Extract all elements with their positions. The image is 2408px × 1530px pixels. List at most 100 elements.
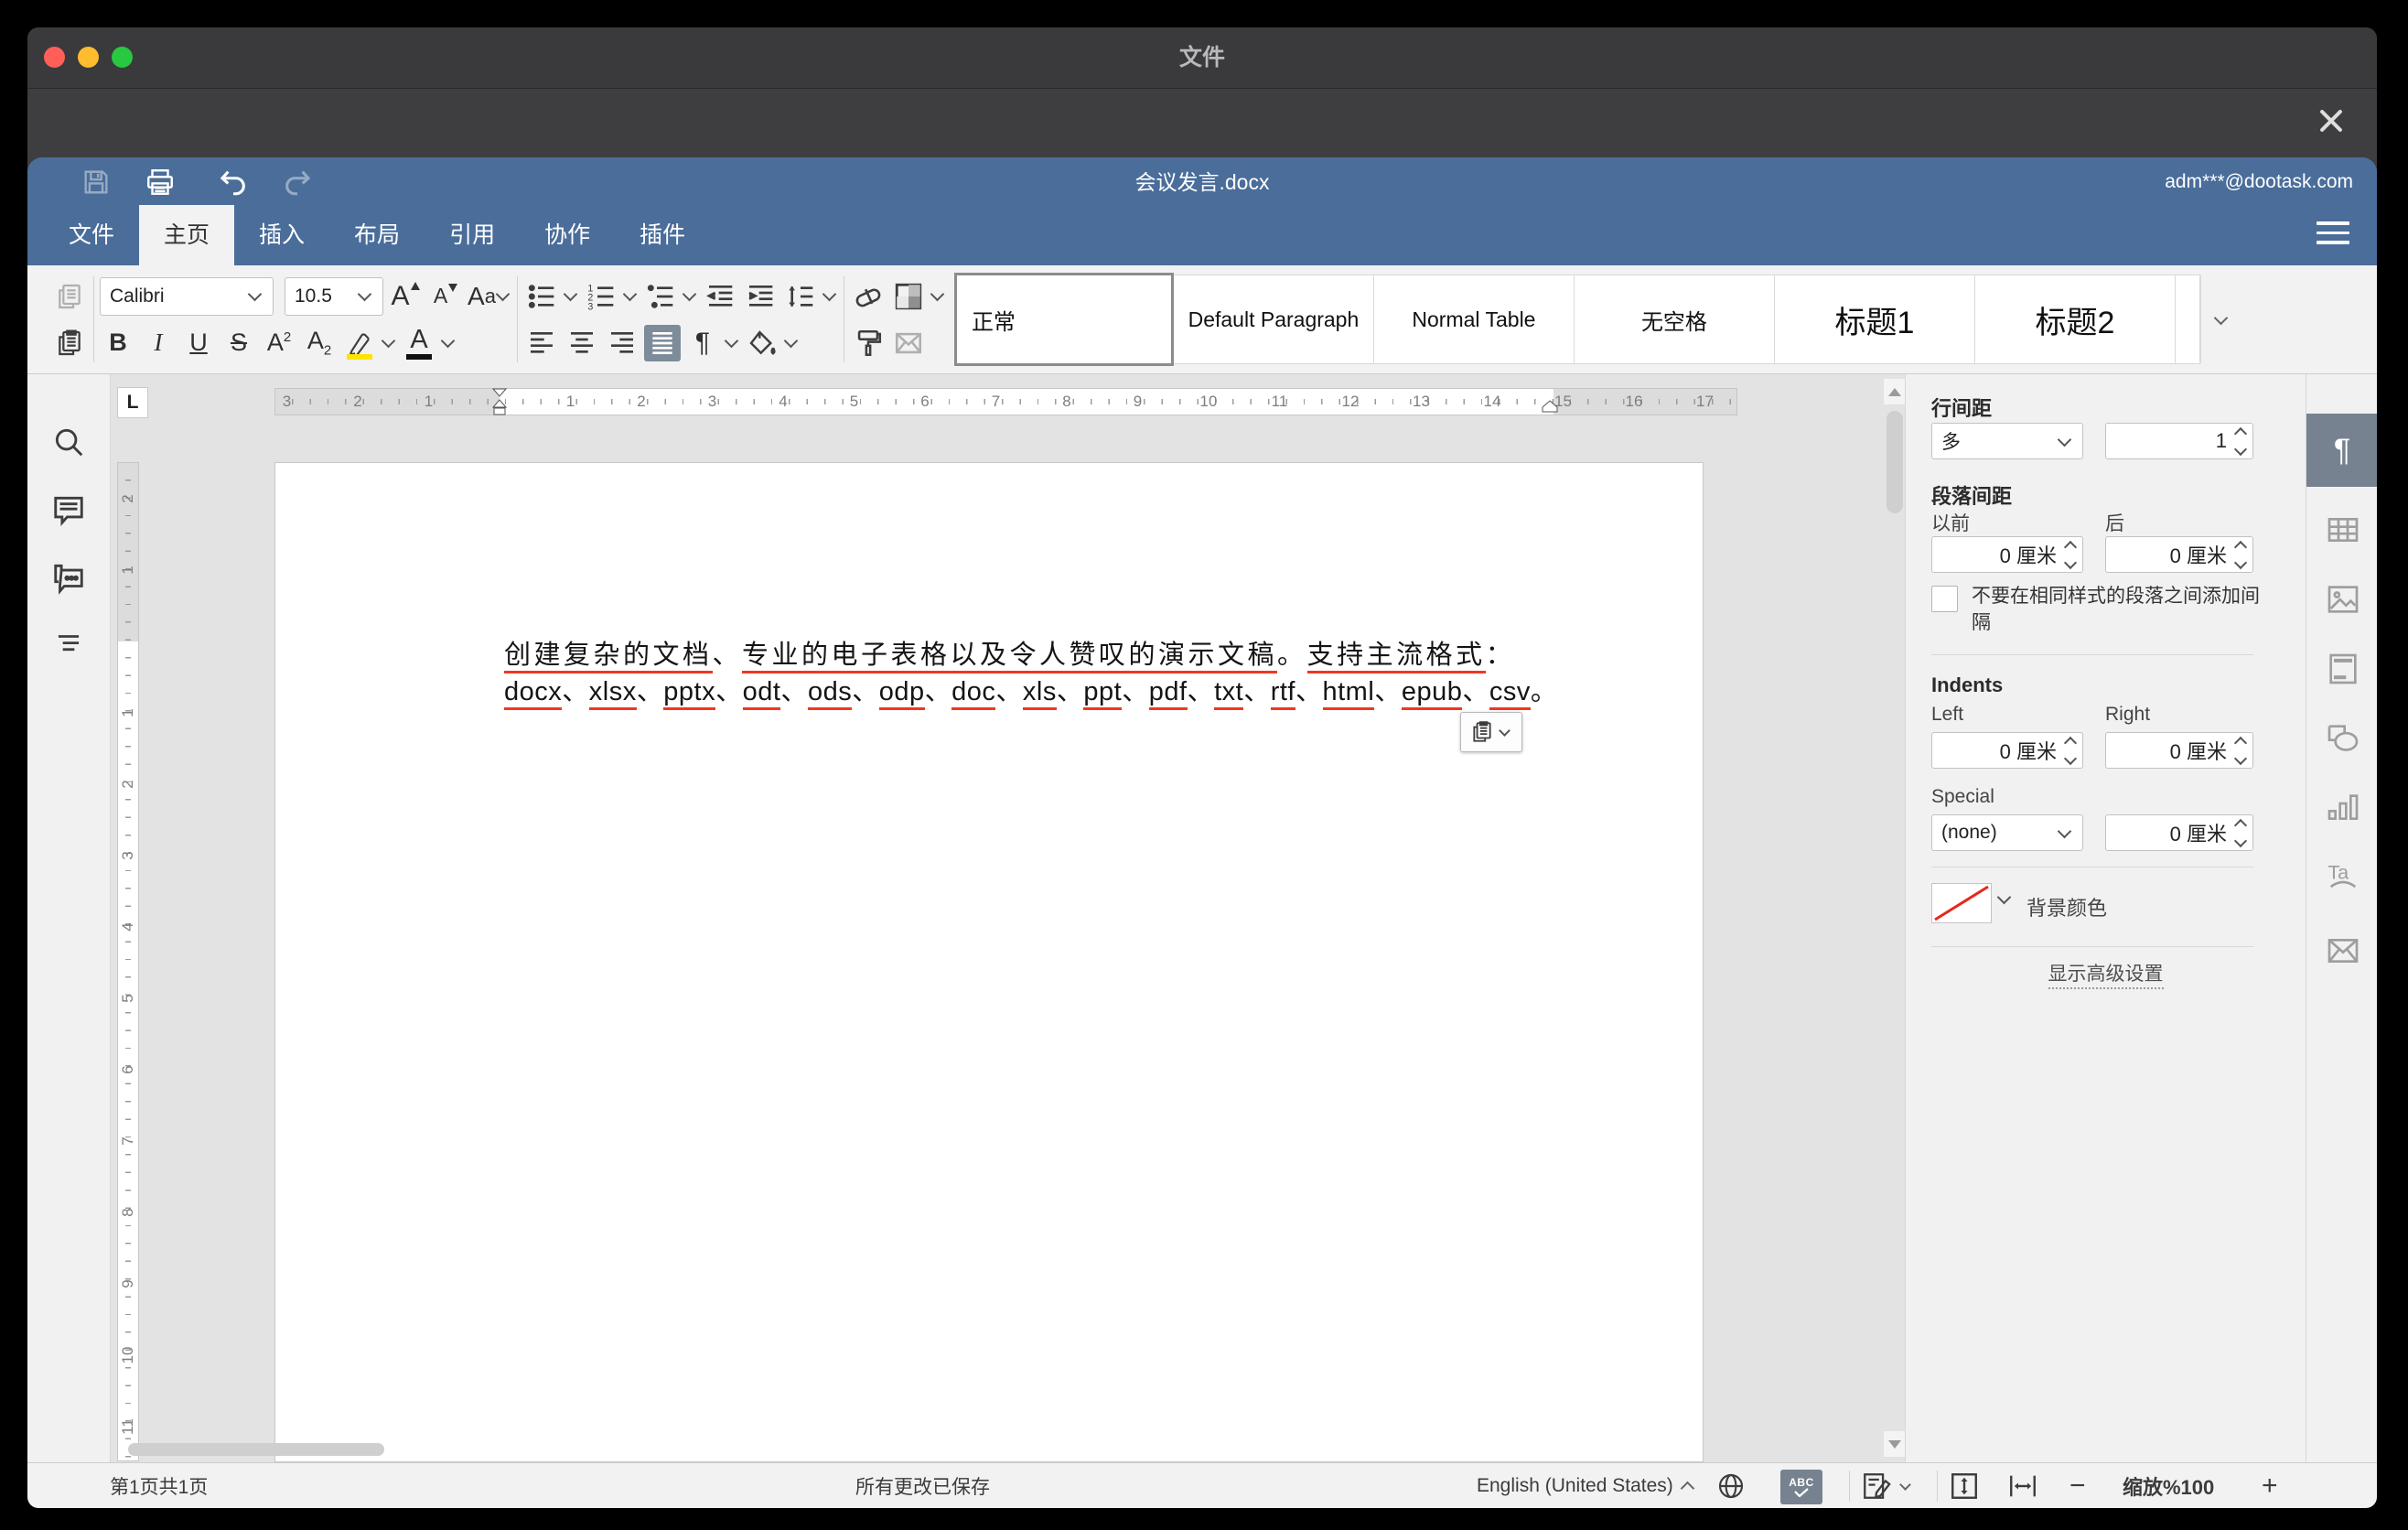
horizontal-ruler[interactable]: 3211234567891011121314151617 <box>274 388 1737 415</box>
comments-icon[interactable] <box>51 492 86 527</box>
align-center-icon[interactable] <box>564 325 600 361</box>
copy-icon[interactable] <box>51 278 88 315</box>
line-spacing-icon[interactable] <box>782 278 819 315</box>
vertical-ruler[interactable]: 211234567891011 <box>117 462 139 1461</box>
indent-left-spinner[interactable]: 0 厘米 <box>1931 732 2083 769</box>
font-color-dropdown-icon[interactable] <box>441 334 456 349</box>
style-default-paragraph[interactable]: Default Paragraph <box>1173 275 1374 364</box>
style-no-spacing[interactable]: 无空格 <box>1574 275 1775 364</box>
nonprinting-chars-icon[interactable]: ¶ <box>684 325 721 361</box>
line-spacing-select[interactable]: 多 <box>1931 423 2083 459</box>
right-indent-marker[interactable] <box>1542 400 1558 413</box>
bullet-list-dropdown-icon[interactable] <box>564 287 578 302</box>
shading-dropdown-icon[interactable] <box>784 334 799 349</box>
multilevel-list-icon[interactable] <box>642 278 679 315</box>
style-normal-table[interactable]: Normal Table <box>1373 275 1575 364</box>
paragraph-settings-icon[interactable]: ¶ <box>2306 414 2377 487</box>
horizontal-scrollbar-thumb[interactable] <box>128 1443 384 1456</box>
underline-button[interactable]: U <box>180 325 217 361</box>
font-size-select[interactable]: 10.5 <box>285 277 383 316</box>
zoom-in-button[interactable]: + <box>2262 1463 2278 1508</box>
spin-down-icon[interactable] <box>2234 834 2247 846</box>
close-icon[interactable] <box>2313 102 2349 139</box>
align-justify-icon[interactable] <box>644 325 681 361</box>
table-borders-icon[interactable] <box>890 278 927 315</box>
tab-home[interactable]: 主页 <box>139 205 234 265</box>
mailmerge-settings-icon[interactable] <box>2325 932 2361 969</box>
background-color-swatch[interactable] <box>1931 883 1992 923</box>
page-count-label[interactable]: 第1页共1页 <box>110 1463 208 1508</box>
format-painter-icon[interactable] <box>850 325 887 361</box>
document-page[interactable]: 创建复杂的文档、专业的电子表格以及令人赞叹的演示文稿。支持主流格式： docx、… <box>274 462 1704 1462</box>
tab-references[interactable]: 引用 <box>425 205 520 265</box>
subscript-button[interactable]: A2 <box>301 325 338 361</box>
fit-width-icon[interactable] <box>2007 1463 2038 1508</box>
style-heading1[interactable]: 标题1 <box>1774 275 1975 364</box>
highlight-color-icon[interactable] <box>341 325 378 361</box>
indent-right-spinner[interactable]: 0 厘米 <box>2105 732 2253 769</box>
font-color-icon[interactable]: A <box>401 325 437 361</box>
zoom-out-button[interactable]: − <box>2069 1463 2086 1508</box>
tab-collaboration[interactable]: 协作 <box>520 205 615 265</box>
superscript-button[interactable]: A2 <box>261 325 297 361</box>
spacing-after-spinner[interactable]: 0 厘米 <box>2105 536 2253 573</box>
spin-up-icon[interactable] <box>2064 736 2077 749</box>
scrollbar-thumb[interactable] <box>1887 411 1903 513</box>
menu-icon[interactable] <box>2317 221 2349 247</box>
spin-down-icon[interactable] <box>2064 555 2077 568</box>
advanced-settings-link[interactable]: 显示高级设置 <box>1906 959 2306 986</box>
tab-layout[interactable]: 布局 <box>329 205 425 265</box>
nonprinting-dropdown-icon[interactable] <box>725 334 739 349</box>
spin-up-icon[interactable] <box>2234 426 2247 439</box>
shape-settings-icon[interactable] <box>2325 720 2361 757</box>
vertical-scrollbar[interactable] <box>1883 378 1907 1458</box>
no-space-between-same-style-checkbox[interactable] <box>1931 586 1958 612</box>
numbered-list-icon[interactable]: 123 <box>583 278 619 315</box>
numbered-list-dropdown-icon[interactable] <box>623 287 638 302</box>
document-text[interactable]: 创建复杂的文档、专业的电子表格以及令人赞叹的演示文稿。支持主流格式： docx、… <box>504 637 1565 710</box>
background-color-dropdown-icon[interactable] <box>1997 890 2012 905</box>
spin-up-icon[interactable] <box>2234 540 2247 553</box>
spin-down-icon[interactable] <box>2234 442 2247 455</box>
paste-icon[interactable] <box>51 325 88 361</box>
tab-plugins[interactable]: 插件 <box>615 205 710 265</box>
spin-down-icon[interactable] <box>2234 555 2247 568</box>
textart-settings-icon[interactable]: Ta <box>2325 859 2361 896</box>
change-case-icon[interactable]: Aa <box>468 278 511 315</box>
scroll-down-icon[interactable] <box>1883 1430 1907 1458</box>
bold-button[interactable]: B <box>100 325 136 361</box>
bullet-list-icon[interactable] <box>523 278 560 315</box>
header-footer-settings-icon[interactable] <box>2325 651 2361 687</box>
spin-down-icon[interactable] <box>2234 751 2247 764</box>
table-borders-dropdown-icon[interactable] <box>930 287 945 302</box>
table-settings-icon[interactable] <box>2325 512 2361 548</box>
navigation-headings-icon[interactable] <box>51 628 86 663</box>
spacing-before-spinner[interactable]: 0 厘米 <box>1931 536 2083 573</box>
shading-icon[interactable] <box>744 325 780 361</box>
italic-button[interactable]: I <box>140 325 177 361</box>
set-language-icon[interactable] <box>1716 1463 1746 1508</box>
chat-icon[interactable] <box>51 560 86 595</box>
tab-insert[interactable]: 插入 <box>234 205 329 265</box>
spin-up-icon[interactable] <box>2234 818 2247 831</box>
special-amount-spinner[interactable]: 0 厘米 <box>2105 814 2253 851</box>
style-gallery-expand-icon[interactable] <box>2200 275 2243 363</box>
increase-font-icon[interactable]: A <box>387 278 424 315</box>
zoom-level-label[interactable]: 缩放%100 <box>2123 1463 2214 1508</box>
track-changes-icon[interactable] <box>1861 1463 1913 1508</box>
font-family-select[interactable]: Calibri <box>100 277 274 316</box>
multilevel-list-dropdown-icon[interactable] <box>683 287 697 302</box>
scroll-up-icon[interactable] <box>1883 378 1907 405</box>
image-settings-icon[interactable] <box>2325 581 2361 618</box>
chart-settings-icon[interactable] <box>2325 790 2361 826</box>
align-right-icon[interactable] <box>604 325 640 361</box>
paste-options-button[interactable] <box>1460 712 1522 752</box>
search-icon[interactable] <box>51 425 86 459</box>
special-select[interactable]: (none) <box>1931 814 2083 851</box>
increase-indent-icon[interactable] <box>742 278 779 315</box>
spellcheck-icon[interactable]: ABC <box>1780 1470 1822 1504</box>
clear-style-icon[interactable] <box>850 278 887 315</box>
spin-up-icon[interactable] <box>2234 736 2247 749</box>
mailmerge-icon[interactable] <box>890 325 927 361</box>
decrease-font-icon[interactable]: A <box>427 278 464 315</box>
